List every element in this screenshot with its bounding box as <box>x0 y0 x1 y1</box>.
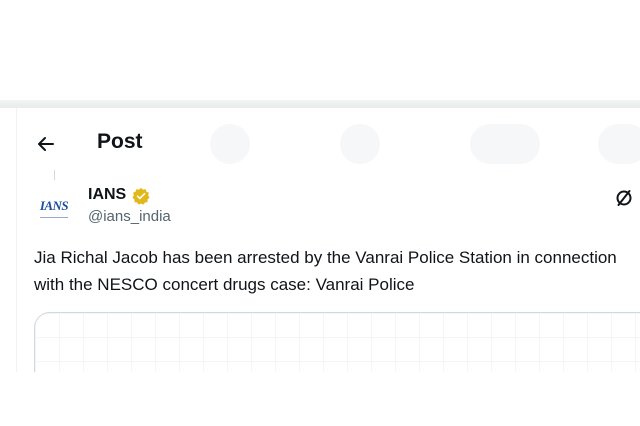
media-card[interactable] <box>34 312 640 372</box>
verified-badge-icon <box>132 187 150 205</box>
thread-line <box>54 170 55 180</box>
post-text: Jia Richal Jacob has been arrested by th… <box>34 248 617 294</box>
post-header: Post <box>0 108 640 172</box>
avatar-logo: IANS <box>39 198 69 213</box>
post-view: Post IANS IANS @ians_india Jia Richal Ja… <box>0 108 640 372</box>
ghost-shape <box>340 124 380 164</box>
author-name[interactable]: IANS <box>88 185 126 205</box>
bottom-blank-area <box>0 372 640 426</box>
top-divider <box>0 100 640 108</box>
top-blank-area <box>0 0 640 100</box>
arrow-left-icon <box>38 137 54 151</box>
ghost-shape <box>598 124 640 164</box>
avatar-underline <box>40 217 68 218</box>
avatar[interactable]: IANS <box>34 186 74 226</box>
slash-circle-icon[interactable] <box>614 188 634 208</box>
back-button[interactable] <box>28 126 64 162</box>
ghost-shape <box>210 124 250 164</box>
page-title: Post <box>97 130 143 153</box>
ghost-shape <box>470 124 540 164</box>
author-handle[interactable]: @ians_india <box>88 207 171 227</box>
